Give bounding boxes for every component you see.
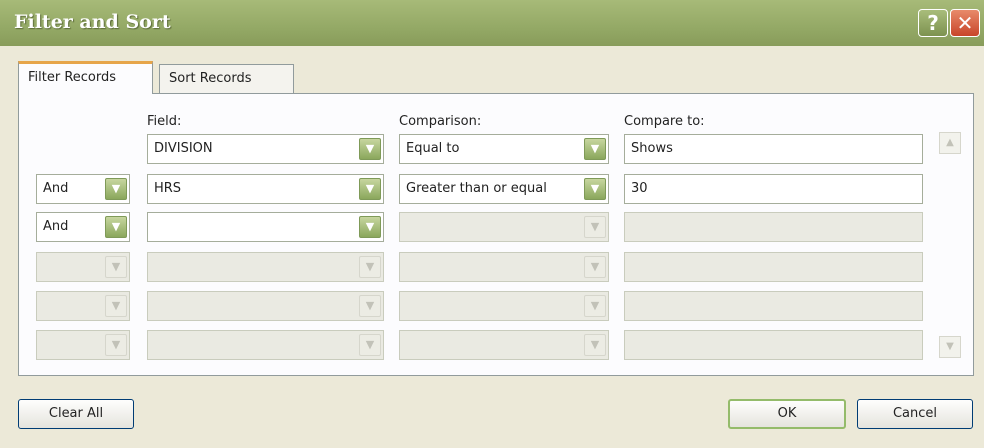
tab-filter-records[interactable]: Filter Records: [18, 61, 153, 94]
field-select-row-5[interactable]: ▼: [147, 291, 384, 321]
close-button[interactable]: ✕: [950, 9, 980, 37]
field-select-row-6[interactable]: ▼: [147, 330, 384, 360]
comparison-value: Greater than or equal: [406, 181, 547, 196]
chevron-down-icon[interactable]: ▼: [584, 216, 606, 238]
comparison-select-row-6[interactable]: ▼: [399, 330, 609, 360]
field-select-row-4[interactable]: ▼: [147, 252, 384, 282]
compare-to-input-row-3[interactable]: [624, 212, 923, 242]
compare-to-header: Compare to:: [624, 114, 705, 129]
field-value: HRS: [154, 181, 182, 196]
vertical-scrollbar[interactable]: ▲ ▼: [939, 132, 961, 358]
chevron-down-icon[interactable]: ▼: [584, 256, 606, 278]
field-select-row-2[interactable]: HRS ▼: [147, 174, 384, 204]
connector-select-row-3[interactable]: And ▼: [36, 212, 130, 242]
connector-select-row-4[interactable]: ▼: [36, 252, 130, 282]
compare-to-input-row-2[interactable]: 30: [624, 174, 923, 204]
close-icon: ✕: [956, 11, 974, 35]
ok-button[interactable]: OK: [728, 399, 846, 429]
chevron-down-icon[interactable]: ▼: [359, 256, 381, 278]
chevron-down-icon[interactable]: ▼: [584, 178, 606, 200]
chevron-down-icon[interactable]: ▼: [359, 334, 381, 356]
compare-to-input-row-1[interactable]: Shows: [624, 134, 923, 164]
chevron-down-icon[interactable]: ▼: [584, 295, 606, 317]
window-title: Filter and Sort: [14, 11, 171, 33]
compare-to-input-row-6[interactable]: [624, 330, 923, 360]
field-select-row-1[interactable]: DIVISION ▼: [147, 134, 384, 164]
chevron-down-icon[interactable]: ▼: [105, 256, 127, 278]
help-icon: ?: [927, 11, 939, 35]
connector-select-row-5[interactable]: ▼: [36, 291, 130, 321]
comparison-value: Equal to: [406, 141, 460, 156]
connector-select-row-6[interactable]: ▼: [36, 330, 130, 360]
comparison-select-row-5[interactable]: ▼: [399, 291, 609, 321]
chevron-down-icon[interactable]: ▼: [359, 138, 381, 160]
compare_to-value: 30: [631, 181, 648, 196]
clear-all-button[interactable]: Clear All: [18, 399, 134, 429]
scroll-down-icon[interactable]: ▼: [939, 336, 961, 358]
scroll-up-icon[interactable]: ▲: [939, 132, 961, 154]
chevron-down-icon[interactable]: ▼: [105, 334, 127, 356]
chevron-down-icon[interactable]: ▼: [584, 334, 606, 356]
field-header: Field:: [147, 114, 182, 129]
cancel-button[interactable]: Cancel: [857, 399, 973, 429]
connector-value: And: [43, 181, 69, 196]
chevron-down-icon[interactable]: ▼: [584, 138, 606, 160]
compare-to-input-row-4[interactable]: [624, 252, 923, 282]
field-select-row-3[interactable]: ▼: [147, 212, 384, 242]
chevron-down-icon[interactable]: ▼: [105, 178, 127, 200]
connector-value: And: [43, 219, 69, 234]
connector-select-row-2[interactable]: And ▼: [36, 174, 130, 204]
chevron-down-icon[interactable]: ▼: [105, 216, 127, 238]
compare_to-value: Shows: [631, 141, 673, 156]
filter-panel: Field: Comparison: Compare to: DIVISION ▼…: [18, 93, 974, 376]
field-value: DIVISION: [154, 141, 213, 156]
title-bar[interactable]: Filter and Sort ? ✕: [0, 0, 984, 46]
tab-sort-records[interactable]: Sort Records: [159, 64, 294, 93]
comparison-select-row-3[interactable]: ▼: [399, 212, 609, 242]
filter-sort-dialog: Filter and Sort ? ✕ Filter Records Sort …: [0, 0, 984, 448]
comparison-select-row-4[interactable]: ▼: [399, 252, 609, 282]
comparison-select-row-1[interactable]: Equal to ▼: [399, 134, 609, 164]
chevron-down-icon[interactable]: ▼: [105, 295, 127, 317]
comparison-select-row-2[interactable]: Greater than or equal ▼: [399, 174, 609, 204]
compare-to-input-row-5[interactable]: [624, 291, 923, 321]
chevron-down-icon[interactable]: ▼: [359, 178, 381, 200]
help-button[interactable]: ?: [918, 9, 948, 37]
comparison-header: Comparison:: [399, 114, 482, 129]
chevron-down-icon[interactable]: ▼: [359, 295, 381, 317]
chevron-down-icon[interactable]: ▼: [359, 216, 381, 238]
